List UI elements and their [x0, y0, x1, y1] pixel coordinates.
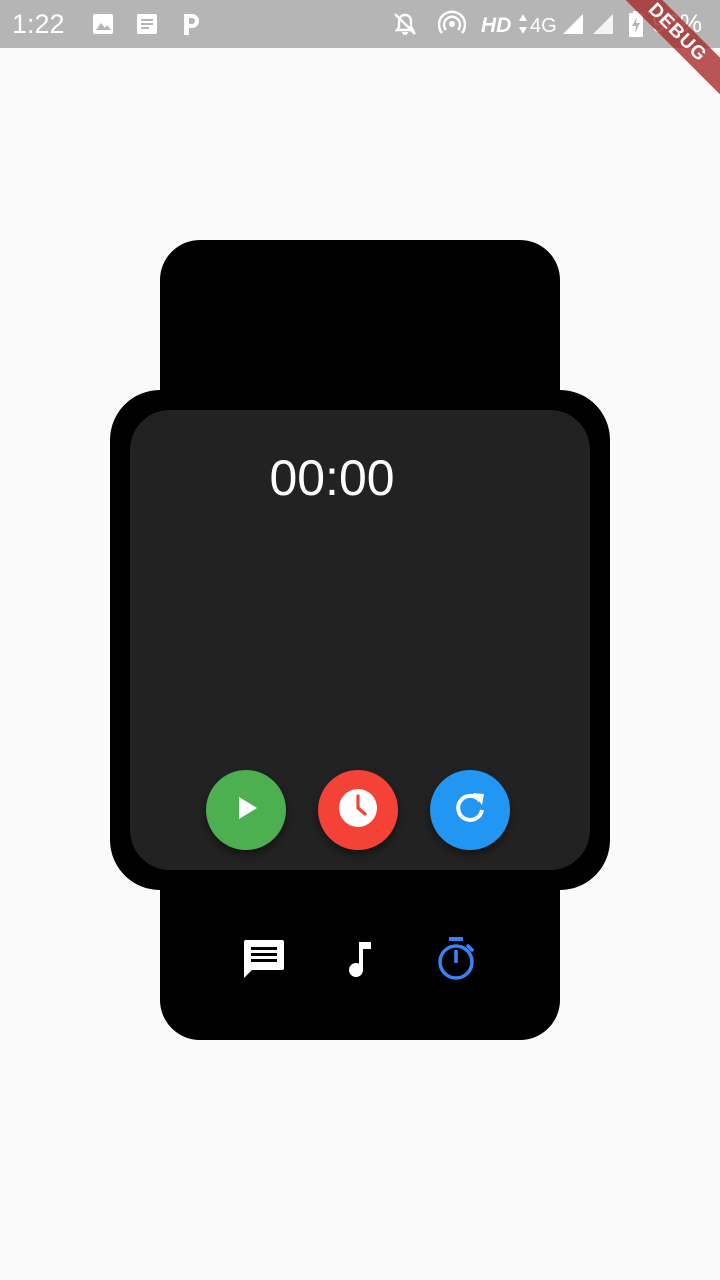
debug-banner: DEBUG	[600, 0, 720, 110]
music-note-icon	[345, 940, 375, 983]
message-icon	[242, 938, 286, 985]
signal-icon	[561, 0, 585, 48]
do-not-disturb-icon	[392, 0, 418, 48]
signal-icon	[591, 0, 615, 48]
parking-icon	[180, 0, 202, 48]
reset-button[interactable]	[430, 770, 510, 850]
document-icon	[136, 0, 158, 48]
hotspot-icon	[438, 0, 466, 48]
network-label: 4G	[530, 15, 557, 37]
status-bar: 1:22 HD 4G 96% DEBUG	[0, 0, 720, 110]
clock-icon	[337, 787, 379, 834]
hd-label: HD	[481, 14, 512, 37]
data-arrows-icon	[518, 0, 528, 48]
start-button[interactable]	[206, 770, 286, 850]
stopwatch-icon	[435, 936, 477, 987]
lap-button[interactable]	[318, 770, 398, 850]
nav-stopwatch[interactable]	[431, 936, 481, 986]
nav-messages[interactable]	[239, 936, 289, 986]
status-time: 1:22	[12, 9, 65, 39]
play-icon	[231, 793, 261, 828]
nav-music[interactable]	[335, 936, 385, 986]
stopwatch-time: 00:00	[269, 450, 395, 506]
refresh-icon	[451, 789, 489, 832]
image-icon	[92, 0, 114, 48]
